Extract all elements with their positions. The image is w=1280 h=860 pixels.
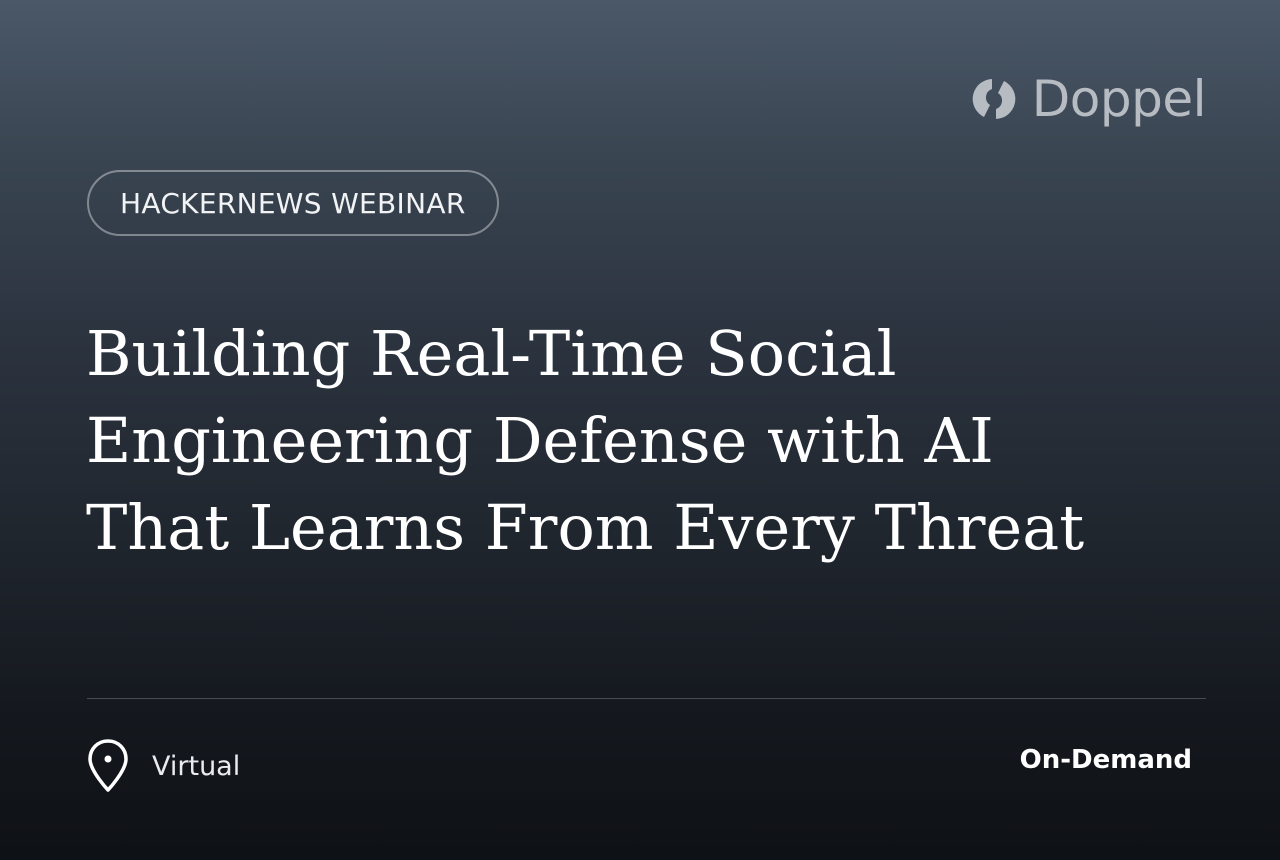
webinar-badge: HACKERNEWS WEBINAR bbox=[87, 170, 499, 236]
availability-label: On-Demand bbox=[1019, 745, 1192, 775]
location-pin-icon bbox=[88, 739, 128, 792]
title-line: That Learns From Every Threat bbox=[86, 491, 1085, 564]
location-text: Virtual bbox=[152, 750, 241, 782]
brand-logo: Doppel bbox=[970, 70, 1207, 128]
location-info: Virtual bbox=[86, 738, 240, 794]
brand-name: Doppel bbox=[1031, 70, 1207, 128]
doppel-logo-icon bbox=[972, 79, 1016, 119]
title-line: Engineering Defense with AI bbox=[86, 404, 994, 477]
footer-divider bbox=[87, 698, 1206, 699]
title-line: Building Real-Time Social bbox=[86, 317, 897, 390]
webinar-title: Building Real-Time Social Engineering De… bbox=[86, 310, 1226, 571]
